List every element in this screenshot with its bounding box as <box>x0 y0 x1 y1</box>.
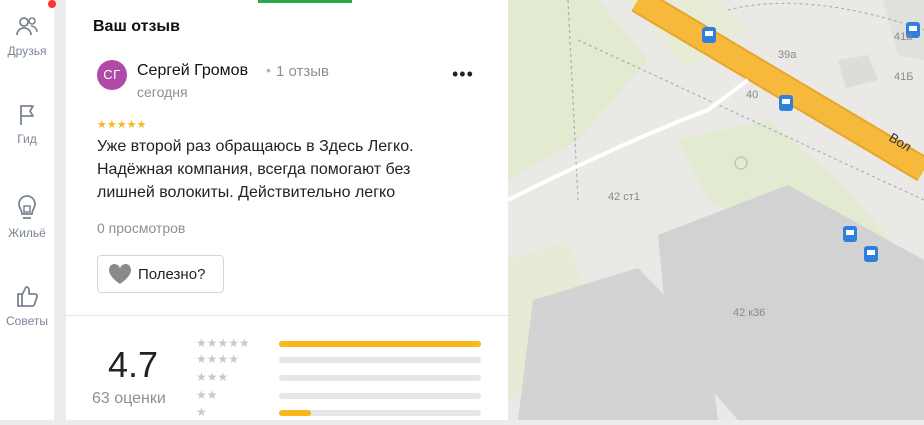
rail-item-housing[interactable]: Жильё <box>0 192 54 240</box>
map-label: 42 ст1 <box>608 191 640 203</box>
rail-label-guide: Гид <box>17 132 37 146</box>
distribution-stars: ★ <box>196 405 207 419</box>
rail-item-guide[interactable]: Гид <box>0 102 54 146</box>
distribution-fill <box>279 341 481 347</box>
rail-label-tips: Советы <box>6 314 48 328</box>
map-label: 41а <box>894 31 913 43</box>
map-canvas: 39а 40 41а 41Б 42 ст1 42 к36 Вол <box>507 0 924 420</box>
distribution-track <box>279 341 481 347</box>
map-label: 41Б <box>894 71 913 83</box>
views-count: 0 просмотров <box>97 220 186 236</box>
rail-item-friends[interactable]: Друзья <box>0 14 54 58</box>
distribution-stars: ★★★★ <box>196 352 240 366</box>
more-options-button[interactable]: ••• <box>452 64 476 84</box>
rail-label-housing: Жильё <box>8 226 46 240</box>
map-view[interactable]: 39а 40 41а 41Б 42 ст1 42 к36 Вол <box>507 0 924 420</box>
rail-label-friends: Друзья <box>7 44 47 58</box>
avatar[interactable]: СГ <box>97 60 127 90</box>
rail-item-tips[interactable]: Советы <box>0 282 54 328</box>
section-divider <box>66 315 508 316</box>
flag-icon <box>20 105 34 125</box>
left-rail: Друзья Гид Жильё Советы <box>0 0 56 420</box>
map-label: 42 к36 <box>733 307 765 319</box>
author-reviews-count: 1 отзыв <box>276 63 330 80</box>
rating-count: 63 оценки <box>92 390 166 407</box>
section-title: Ваш отзыв <box>93 18 180 35</box>
distribution-stars: ★★★ <box>196 370 229 384</box>
distribution-row-3: ★★★ <box>196 371 486 385</box>
distribution-stars: ★★★★★ <box>196 336 250 350</box>
notification-dot <box>48 0 56 8</box>
house-icon <box>18 195 36 219</box>
distribution-row-1: ★ <box>196 406 486 420</box>
heart-icon <box>108 263 132 284</box>
distribution-track <box>279 357 481 363</box>
distribution-row-2: ★★ <box>196 389 486 403</box>
distribution-track <box>279 410 481 416</box>
map-label: 40 <box>746 89 758 101</box>
author-name[interactable]: Сергей Громов <box>137 62 248 80</box>
distribution-row-4: ★★★★ <box>196 353 486 367</box>
bus-stop-icon[interactable] <box>702 27 716 43</box>
people-icon <box>16 17 38 36</box>
review-date: сегодня <box>137 84 188 100</box>
bus-stop-icon[interactable] <box>843 226 857 242</box>
distribution-track <box>279 375 481 381</box>
distribution-stars: ★★ <box>196 388 218 402</box>
helpful-button[interactable]: Полезно? <box>97 255 224 293</box>
review-text: Уже второй раз обращаюсь в Здесь Легко. … <box>97 138 414 201</box>
bus-stop-icon[interactable] <box>779 95 793 111</box>
average-rating: 4.7 <box>108 344 159 385</box>
review-stars: ★★★★★ <box>97 119 147 131</box>
distribution-fill <box>279 410 312 416</box>
top-progress-indicator <box>258 0 352 3</box>
distribution-track <box>279 393 481 399</box>
map-label: 39а <box>778 49 797 61</box>
author-separator: • <box>266 62 271 78</box>
thumbs-up-icon <box>17 286 39 307</box>
distribution-row-5: ★★★★★ <box>196 337 486 351</box>
bus-stop-icon[interactable] <box>864 246 878 262</box>
helpful-label: Полезно? <box>138 265 206 283</box>
